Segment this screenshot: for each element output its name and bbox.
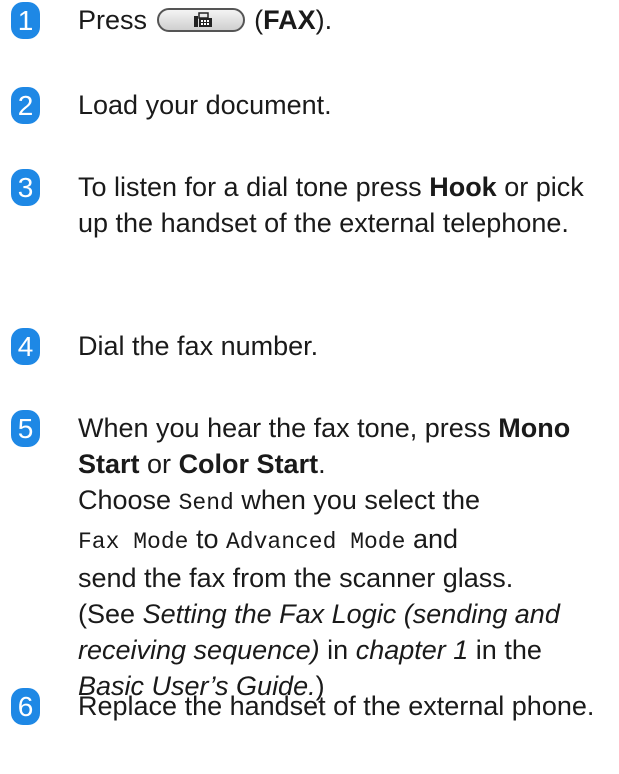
advanced-mode-option: Advanced Mode (225, 529, 406, 555)
in-word: in (327, 635, 349, 665)
fax-machine-icon (193, 12, 212, 27)
step-number-3: 3 (11, 169, 40, 206)
send-option: Send (178, 490, 234, 516)
in-the-words: in the (475, 635, 542, 665)
open-paren: ( (254, 5, 264, 35)
step-5-pre: When you hear the fax tone, press (78, 413, 491, 443)
choose-word: Choose (78, 485, 172, 515)
to-word: to (195, 524, 219, 554)
close-paren: ). (315, 5, 333, 35)
when-select: when you select the (241, 485, 480, 515)
step-number-5: 5 (11, 410, 40, 447)
fax-button[interactable] (156, 7, 245, 32)
or-word: or (147, 449, 172, 479)
chapter-reference: chapter 1 (355, 635, 469, 665)
step-3-pre: To listen for a dial tone press (78, 172, 422, 202)
step-number-6: 6 (11, 688, 40, 725)
step-2-text: Load your document. (78, 90, 332, 120)
step-number-2: 2 (11, 87, 40, 124)
color-start-key: Color Start (178, 449, 319, 479)
send-from-glass: send the fax from the scanner glass. (78, 563, 514, 593)
and-word: and (412, 524, 458, 554)
step-4-text: Dial the fax number. (78, 331, 319, 361)
step-5-text: When you hear the fax tone, press Mono S… (78, 410, 608, 704)
step-6-text: Replace the handset of the external phon… (78, 691, 595, 721)
period: . (318, 449, 326, 479)
step-number-1: 1 (11, 2, 40, 39)
fax-label: FAX (263, 5, 316, 35)
press-label: Press (78, 5, 148, 35)
step-1-text: Press (FAX). (78, 2, 608, 38)
step-number-4: 4 (11, 328, 40, 365)
hook-key: Hook (429, 172, 497, 202)
see-open: (See (78, 599, 136, 629)
step-3-text: To listen for a dial tone press Hook or … (78, 169, 608, 241)
fax-mode-setting: Fax Mode (78, 529, 189, 555)
